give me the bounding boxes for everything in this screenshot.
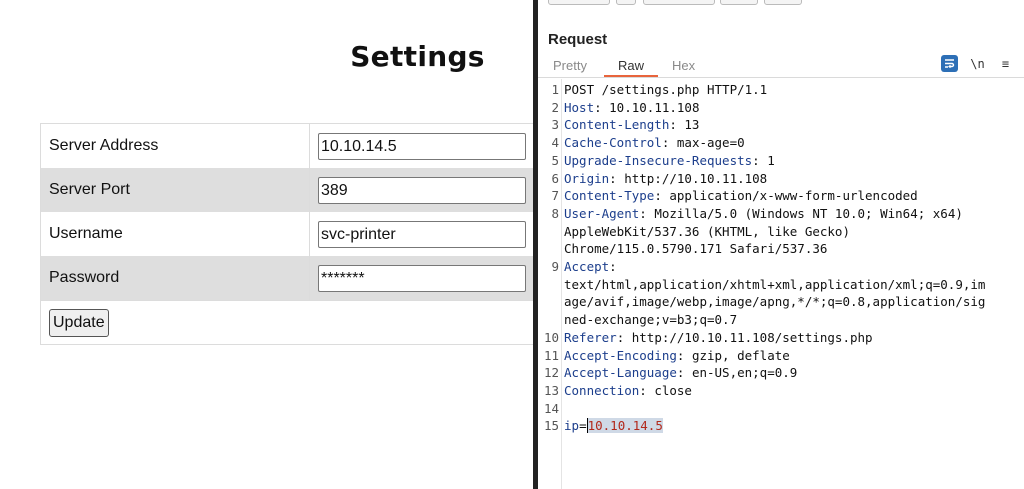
password-label: Password — [49, 269, 120, 286]
header-value: : — [609, 259, 617, 274]
line-number: 9 — [551, 259, 559, 274]
line-text: Accept-Encoding: gzip, deflate — [564, 347, 790, 365]
wrap-lines-icon[interactable] — [941, 55, 958, 72]
header-name: Accept — [564, 259, 610, 274]
header-value: : gzip, deflate — [676, 347, 790, 363]
update-row: Update — [41, 300, 535, 344]
password-input[interactable]: ******* — [318, 264, 526, 292]
line-number: 4 — [551, 135, 559, 151]
toolbar-button[interactable] — [548, 0, 610, 5]
line-text: ned-exchange;v=b3;q=0.7 — [564, 312, 738, 328]
header-name: Cache-Control — [564, 135, 662, 151]
line-number: 11 — [543, 347, 559, 363]
header-value: : 13 — [669, 117, 700, 133]
request-panel: Request Pretty Raw Hex \n ≡ 1 POST /setti… — [538, 0, 1024, 489]
username-label: Username — [49, 225, 123, 242]
line-number: 10 — [543, 329, 559, 345]
server-port-input[interactable]: 389 — [318, 176, 526, 204]
newline-icon[interactable]: \n — [969, 55, 986, 72]
username-input[interactable]: svc-printer — [318, 220, 526, 248]
update-button[interactable]: Update — [49, 308, 109, 337]
password-row: Password ******* — [41, 256, 535, 300]
line-number: 14 — [543, 400, 559, 416]
line-number: 12 — [543, 365, 559, 381]
server-port-label: Server Port — [49, 181, 130, 198]
toolbar-strip — [538, 0, 1024, 14]
line-text: ip=10.10.14.5 — [564, 417, 663, 435]
line-text: Referer: http://10.10.11.108/settings.ph… — [564, 329, 873, 347]
header-value: : http://10.10.11.108/settings.php — [616, 329, 873, 345]
toolbar-button[interactable] — [616, 0, 636, 5]
line-text: age/avif,image/webp,image/apng,*/*;q=0.8… — [564, 294, 986, 310]
tab-pretty[interactable]: Pretty — [553, 58, 587, 73]
header-name: Upgrade-Insecure-Requests — [564, 152, 753, 168]
line-text: AppleWebKit/537.36 (KHTML, like Gecko) — [564, 223, 850, 239]
line-text: Chrome/115.0.5790.171 Safari/537.36 — [564, 241, 828, 257]
line-number: 7 — [551, 188, 559, 204]
line-text: Accept: — [564, 258, 617, 276]
settings-page: Settings Server Address 10.10.14.5 Serve… — [0, 0, 535, 489]
server-address-label: Server Address — [49, 137, 159, 154]
line-text: Origin: http://10.10.11.108 — [564, 170, 767, 188]
line-number: 5 — [551, 152, 559, 168]
header-name: Content-Type — [564, 188, 655, 204]
line-text: Upgrade-Insecure-Requests: 1 — [564, 152, 775, 170]
server-port-row: Server Port 389 — [41, 168, 535, 212]
param-name: ip — [564, 418, 580, 434]
line-text: Connection: close — [564, 382, 692, 400]
toolbar-button[interactable] — [764, 0, 802, 5]
server-address-row: Server Address 10.10.14.5 — [41, 124, 535, 168]
header-value: : Mozilla/5.0 (Windows NT 10.0; Win64; x… — [639, 205, 963, 221]
request-editor[interactable]: 1 POST /settings.php HTTP/1.1 2 Host: 10.10… — [538, 79, 1024, 489]
header-name: Referer — [564, 329, 617, 345]
line-number: 15 — [543, 418, 559, 434]
header-name: Host — [564, 99, 595, 115]
header-name: Content-Length — [564, 117, 670, 133]
header-name: User-Agent — [564, 205, 640, 221]
page-title: Settings — [350, 40, 485, 73]
toolbar-button[interactable] — [720, 0, 758, 5]
line-text: Content-Length: 13 — [564, 116, 699, 134]
header-name: Connection — [564, 382, 640, 398]
username-row: Username svc-printer — [41, 212, 535, 256]
header-value: : close — [639, 382, 692, 398]
tab-hex[interactable]: Hex — [672, 58, 695, 73]
header-name: Origin — [564, 170, 610, 186]
param-value-selected[interactable]: 10.10.14.5 — [587, 418, 663, 434]
header-value: : max-age=0 — [661, 135, 745, 151]
line-text: text/html,application/xhtml+xml,applicat… — [564, 276, 986, 292]
menu-icon[interactable]: ≡ — [997, 55, 1014, 72]
line-text: Content-Type: application/x-www-form-url… — [564, 187, 918, 205]
line-number: 1 — [551, 82, 559, 97]
header-name: Accept-Encoding — [564, 347, 677, 363]
panel-title: Request — [548, 31, 608, 48]
header-value: : http://10.10.11.108 — [609, 170, 768, 186]
tab-raw[interactable]: Raw — [603, 58, 659, 77]
header-name: Accept-Language — [564, 365, 677, 381]
settings-form: Server Address 10.10.14.5 Server Port 38… — [40, 123, 535, 345]
line-text: User-Agent: Mozilla/5.0 (Windows NT 10.0… — [564, 205, 963, 223]
server-address-input[interactable]: 10.10.14.5 — [318, 132, 526, 160]
line-number: 13 — [543, 382, 559, 398]
line-number: 6 — [551, 170, 559, 186]
line-text: Host: 10.10.11.108 — [564, 99, 699, 117]
line-text: Accept-Language: en-US,en;q=0.9 — [564, 364, 797, 382]
line-number: 3 — [551, 117, 559, 133]
line-text: POST /settings.php HTTP/1.1 — [564, 82, 768, 97]
toolbar-button[interactable] — [643, 0, 715, 5]
header-value: : application/x-www-form-urlencoded — [654, 188, 918, 204]
header-value: : 10.10.11.108 — [594, 99, 700, 115]
line-number: 8 — [551, 205, 559, 221]
param-equals: = — [579, 418, 587, 434]
header-value: : en-US,en;q=0.9 — [676, 365, 798, 381]
line-text: Cache-Control: max-age=0 — [564, 134, 745, 152]
header-value: : 1 — [752, 152, 775, 168]
line-number: 2 — [551, 99, 559, 115]
